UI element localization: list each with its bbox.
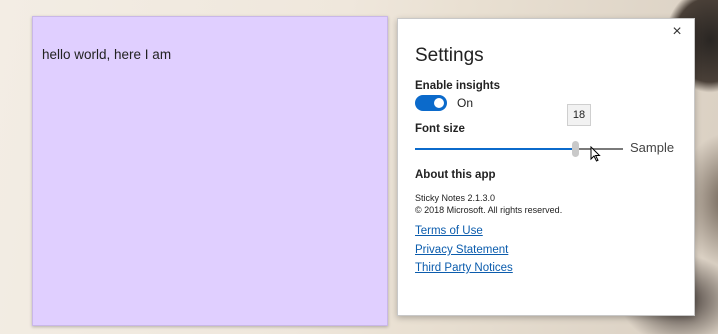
toggle-state-text: On: [457, 96, 474, 110]
slider-fill: [415, 148, 575, 150]
privacy-statement-link[interactable]: Privacy Statement: [415, 244, 508, 256]
about-label: About this app: [415, 169, 496, 181]
mouse-cursor-icon: [590, 146, 601, 162]
font-size-value-tooltip: 18: [567, 104, 591, 126]
app-version: Sticky Notes 2.1.3.0: [415, 193, 496, 203]
toggle-knob: [434, 98, 444, 108]
settings-panel: × Settings Enable insights On 18 Font si…: [397, 18, 695, 316]
note-text[interactable]: hello world, here I am: [42, 47, 171, 62]
settings-title: Settings: [415, 45, 484, 66]
close-button[interactable]: ×: [668, 23, 686, 41]
insights-label: Enable insights: [415, 80, 500, 92]
font-sample-text: Sample: [630, 140, 675, 155]
slider-thumb[interactable]: [572, 141, 579, 157]
third-party-notices-link[interactable]: Third Party Notices: [415, 262, 513, 274]
close-icon: ×: [672, 23, 682, 40]
terms-of-use-link[interactable]: Terms of Use: [415, 225, 483, 237]
sticky-note[interactable]: hello world, here I am: [32, 16, 388, 326]
copyright-text: © 2018 Microsoft. All rights reserved.: [415, 205, 563, 215]
insights-toggle[interactable]: [415, 95, 447, 111]
font-size-label: Font size: [415, 123, 465, 135]
